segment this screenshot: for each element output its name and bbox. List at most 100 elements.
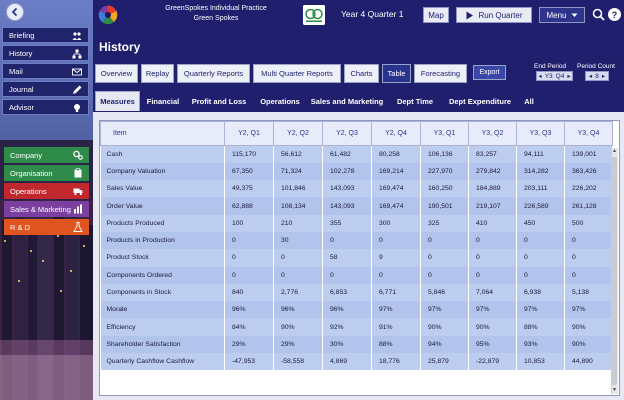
tab-charts[interactable]: Charts [344, 64, 379, 83]
value-cell: 100 [224, 214, 274, 232]
value-cell: 61,482 [322, 145, 372, 163]
sidebar: Briefing History Mail Journal Advisor Co… [0, 0, 93, 400]
column-header[interactable]: Y3, Q4 [564, 121, 613, 146]
value-cell: 0 [371, 266, 421, 284]
tab-label: Measures [100, 97, 135, 106]
tab-dept-time[interactable]: Dept Time [391, 91, 439, 111]
scrollbar-thumb[interactable] [612, 157, 617, 385]
sidebar-item-history[interactable]: History [2, 45, 89, 61]
value-cell: 90% [468, 318, 517, 336]
column-header[interactable]: Y2, Q3 [322, 121, 372, 146]
value-cell: 279,842 [468, 162, 517, 181]
value-cell: 102,278 [322, 162, 372, 181]
tab-all[interactable]: All [520, 91, 538, 111]
value-cell: 84% [224, 318, 274, 336]
export-label: Export [479, 69, 500, 76]
help-icon[interactable]: ? [608, 8, 621, 21]
row-label-cell: Components Ordered [100, 266, 225, 284]
tab-replay[interactable]: Replay [141, 64, 174, 83]
sidebar-item-mail[interactable]: Mail [2, 63, 89, 79]
export-button[interactable]: Export [473, 65, 506, 80]
stepper-left-icon[interactable]: ◂ [589, 72, 592, 80]
column-header[interactable]: Y2, Q4 [371, 121, 421, 146]
measures-table-container: Item Y2, Q1 Y2, Q2 Y2, Q3 Y2, Q4 Y3, Q1 … [99, 120, 620, 396]
tab-dept-expenditure[interactable]: Dept Expenditure [443, 91, 517, 111]
run-quarter-button[interactable]: Run Quarter [456, 7, 532, 23]
column-header[interactable]: Y2, Q1 [224, 121, 274, 146]
back-button[interactable] [6, 3, 24, 21]
pencil-icon [73, 85, 82, 94]
stepper-right-icon[interactable]: ▸ [567, 72, 570, 80]
tab-overview[interactable]: Overview [95, 64, 138, 83]
sidebar-item-organisation[interactable]: Organisation [4, 165, 89, 181]
sidebar-item-journal[interactable]: Journal [2, 81, 89, 97]
table-row: Quarterly Cashflow Cashflow -47,953 -58,55… [100, 353, 613, 371]
tab-label: Sales and Marketing [310, 96, 384, 106]
end-period-year: Y3 [544, 72, 553, 80]
tab-quarterly-reports[interactable]: Quarterly Reports [177, 64, 250, 83]
sidebar-item-label: Briefing [9, 30, 35, 40]
tab-label: All [524, 96, 534, 106]
tab-label: Quarterly Reports [183, 69, 244, 78]
sidebar-item-operations[interactable]: Operations [4, 183, 89, 199]
map-button[interactable]: Map [423, 7, 449, 23]
value-cell: 300 [371, 214, 421, 232]
tab-measures[interactable]: Measures [95, 91, 140, 111]
sidebar-item-r-and-d[interactable]: R & D [4, 219, 89, 235]
value-cell: 91% [371, 318, 421, 336]
tab-label: Dept Time [396, 96, 434, 106]
practice-title: GreenSpokes Individual Practice Green Sp… [151, 4, 281, 23]
column-header[interactable]: Y3, Q2 [468, 121, 517, 146]
value-cell: 169,474 [371, 197, 421, 215]
tab-multi-quarter-reports[interactable]: Multi Quarter Reports [253, 64, 341, 83]
current-period: Year 4 Quarter 1 [341, 9, 404, 19]
tab-financial[interactable]: Financial [143, 91, 183, 111]
tab-profit-and-loss[interactable]: Profit and Loss [187, 91, 251, 111]
end-period-label: End Period [534, 63, 567, 70]
stepper-right-icon[interactable]: ▸ [602, 72, 605, 80]
scroll-down-icon[interactable]: ▼ [611, 387, 618, 394]
tab-table[interactable]: Table [382, 64, 411, 83]
row-label-cell: Efficiency [100, 318, 225, 336]
tab-sales-and-marketing[interactable]: Sales and Marketing [309, 91, 385, 111]
column-header[interactable]: Y2, Q2 [273, 121, 323, 146]
column-header[interactable]: Y3, Q3 [516, 121, 565, 146]
clipboard-icon [74, 168, 82, 178]
value-cell: 94,111 [516, 145, 565, 163]
value-cell: 96% [224, 301, 274, 319]
row-label-cell: Products Produced [100, 214, 225, 232]
menu-button[interactable]: Menu [539, 7, 585, 23]
search-icon[interactable] [592, 8, 605, 21]
value-cell: 227,970 [420, 162, 469, 181]
stepper-left-icon[interactable]: ◂ [538, 72, 541, 80]
column-header[interactable]: Y3, Q1 [420, 121, 469, 146]
scroll-up-icon[interactable]: ▲ [611, 148, 618, 155]
tab-forecasting[interactable]: Forecasting [414, 64, 467, 83]
end-period-stepper[interactable]: ◂ Y3 Q4 ▸ [536, 71, 573, 81]
value-cell: 0 [564, 231, 613, 250]
value-cell: 0 [468, 231, 517, 250]
sidebar-item-label: Company [10, 150, 43, 160]
main-content: Item Y2, Q1 Y2, Q2 Y2, Q3 Y2, Q4 Y3, Q1 … [93, 112, 624, 400]
sidebar-item-sales-marketing[interactable]: Sales & Marketing [4, 201, 89, 217]
value-cell: 30% [322, 335, 372, 354]
value-cell: -58,558 [273, 353, 323, 371]
tab-label: Replay [145, 69, 170, 78]
practice-name: GreenSpokes Individual Practice [165, 5, 267, 12]
tab-label: Overview [100, 69, 133, 78]
tab-operations[interactable]: Operations [255, 91, 305, 111]
sidebar-item-advisor[interactable]: Advisor [2, 99, 89, 115]
value-cell: 0 [322, 266, 372, 284]
table-row: Efficiency 84% 90% 92% 91% 90% 90% 88% 90% [100, 318, 613, 336]
value-cell: 83,257 [468, 145, 517, 163]
app-logo [98, 5, 118, 25]
table-row: Products in Production 0 30 0 0 0 0 0 0 [100, 231, 613, 250]
period-count-stepper[interactable]: ◂ 8 ▸ [585, 71, 609, 81]
chevron-left-icon [11, 7, 18, 17]
value-cell: 0 [273, 266, 323, 284]
report-tab-bar: Overview Replay Quarterly Reports Multi … [93, 60, 624, 88]
sidebar-item-company[interactable]: Company [4, 147, 89, 163]
column-header[interactable]: Item [100, 121, 225, 146]
sidebar-item-briefing[interactable]: Briefing [2, 27, 89, 43]
row-label-cell: Cash [100, 145, 225, 163]
